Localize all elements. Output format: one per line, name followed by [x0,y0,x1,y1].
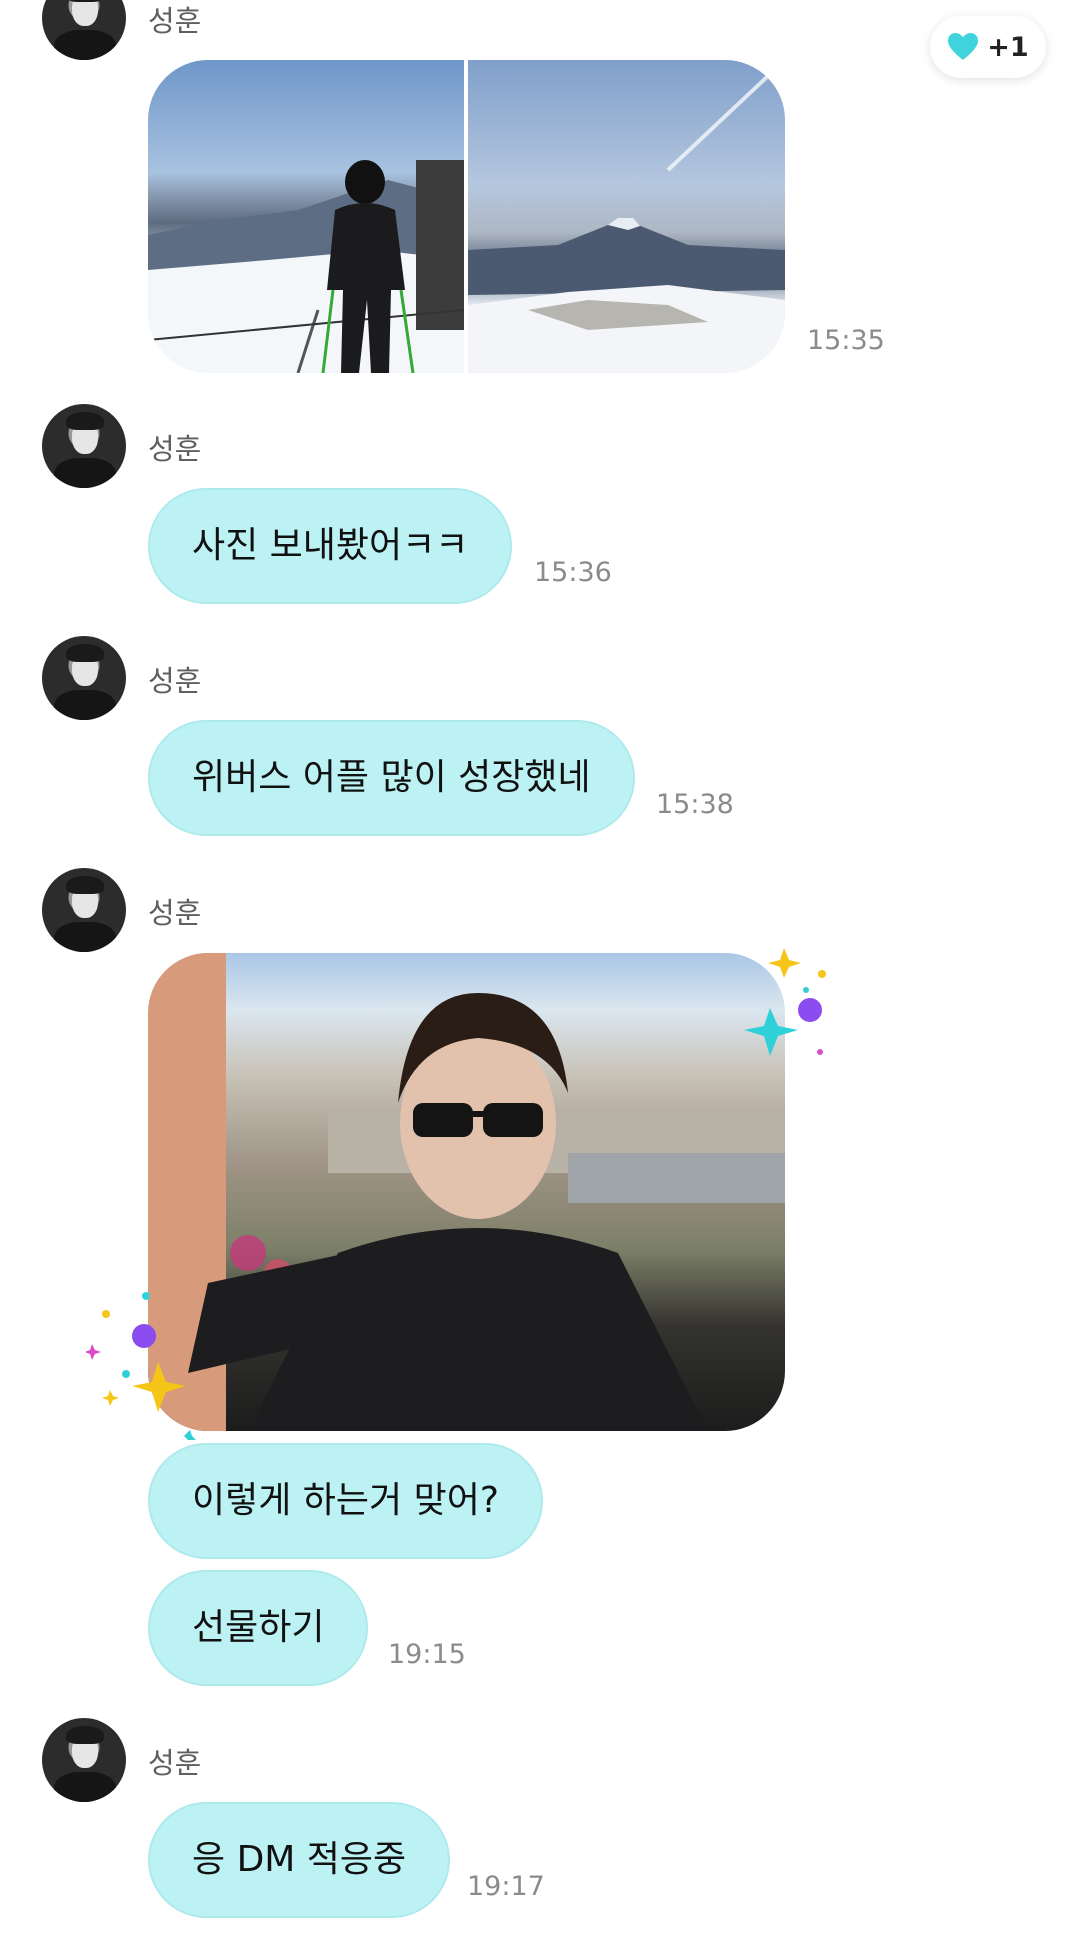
message-bubble[interactable]: 위버스 어플 많이 성장했네 [148,720,635,836]
sender-name: 성훈 [148,4,202,38]
sender-name: 성훈 [148,432,202,466]
message-bubble[interactable]: 사진 보내봤어ㅋㅋ [148,488,513,604]
selfie-scene [148,953,785,1431]
avatar[interactable] [42,868,126,952]
message-bubble[interactable]: 이렇게 하는거 맞어? [148,1443,543,1559]
reaction-count: +1 [987,31,1029,63]
sender-name: 성훈 [148,664,202,698]
sparkle-sticker [86,1292,196,1440]
sparkle-sticker [744,948,826,1056]
message-time: 15:38 [656,789,734,820]
sender-name: 성훈 [148,1746,202,1780]
sender-name: 성훈 [148,896,202,930]
photo-ski-slope[interactable] [148,60,464,373]
photo-mountain-view[interactable] [468,60,785,373]
message-time: 19:17 [467,1871,545,1902]
avatar[interactable] [42,404,126,488]
skier-figure [321,160,415,373]
message-time: 15:36 [534,557,612,588]
message-time: 19:15 [388,1639,466,1670]
reaction-badge[interactable]: +1 [930,16,1046,78]
avatar[interactable] [42,1718,126,1802]
avatar[interactable] [42,636,126,720]
avatar[interactable] [42,0,126,60]
message-time: 15:35 [807,325,885,356]
photo-attachment[interactable] [148,60,785,373]
message-bubble[interactable]: 선물하기 [148,1570,369,1686]
photo-selfie[interactable] [148,953,785,1431]
message-bubble[interactable]: 응 DM 적응중 [148,1802,451,1918]
heart-icon [948,33,979,60]
mountain-scene [468,60,785,373]
